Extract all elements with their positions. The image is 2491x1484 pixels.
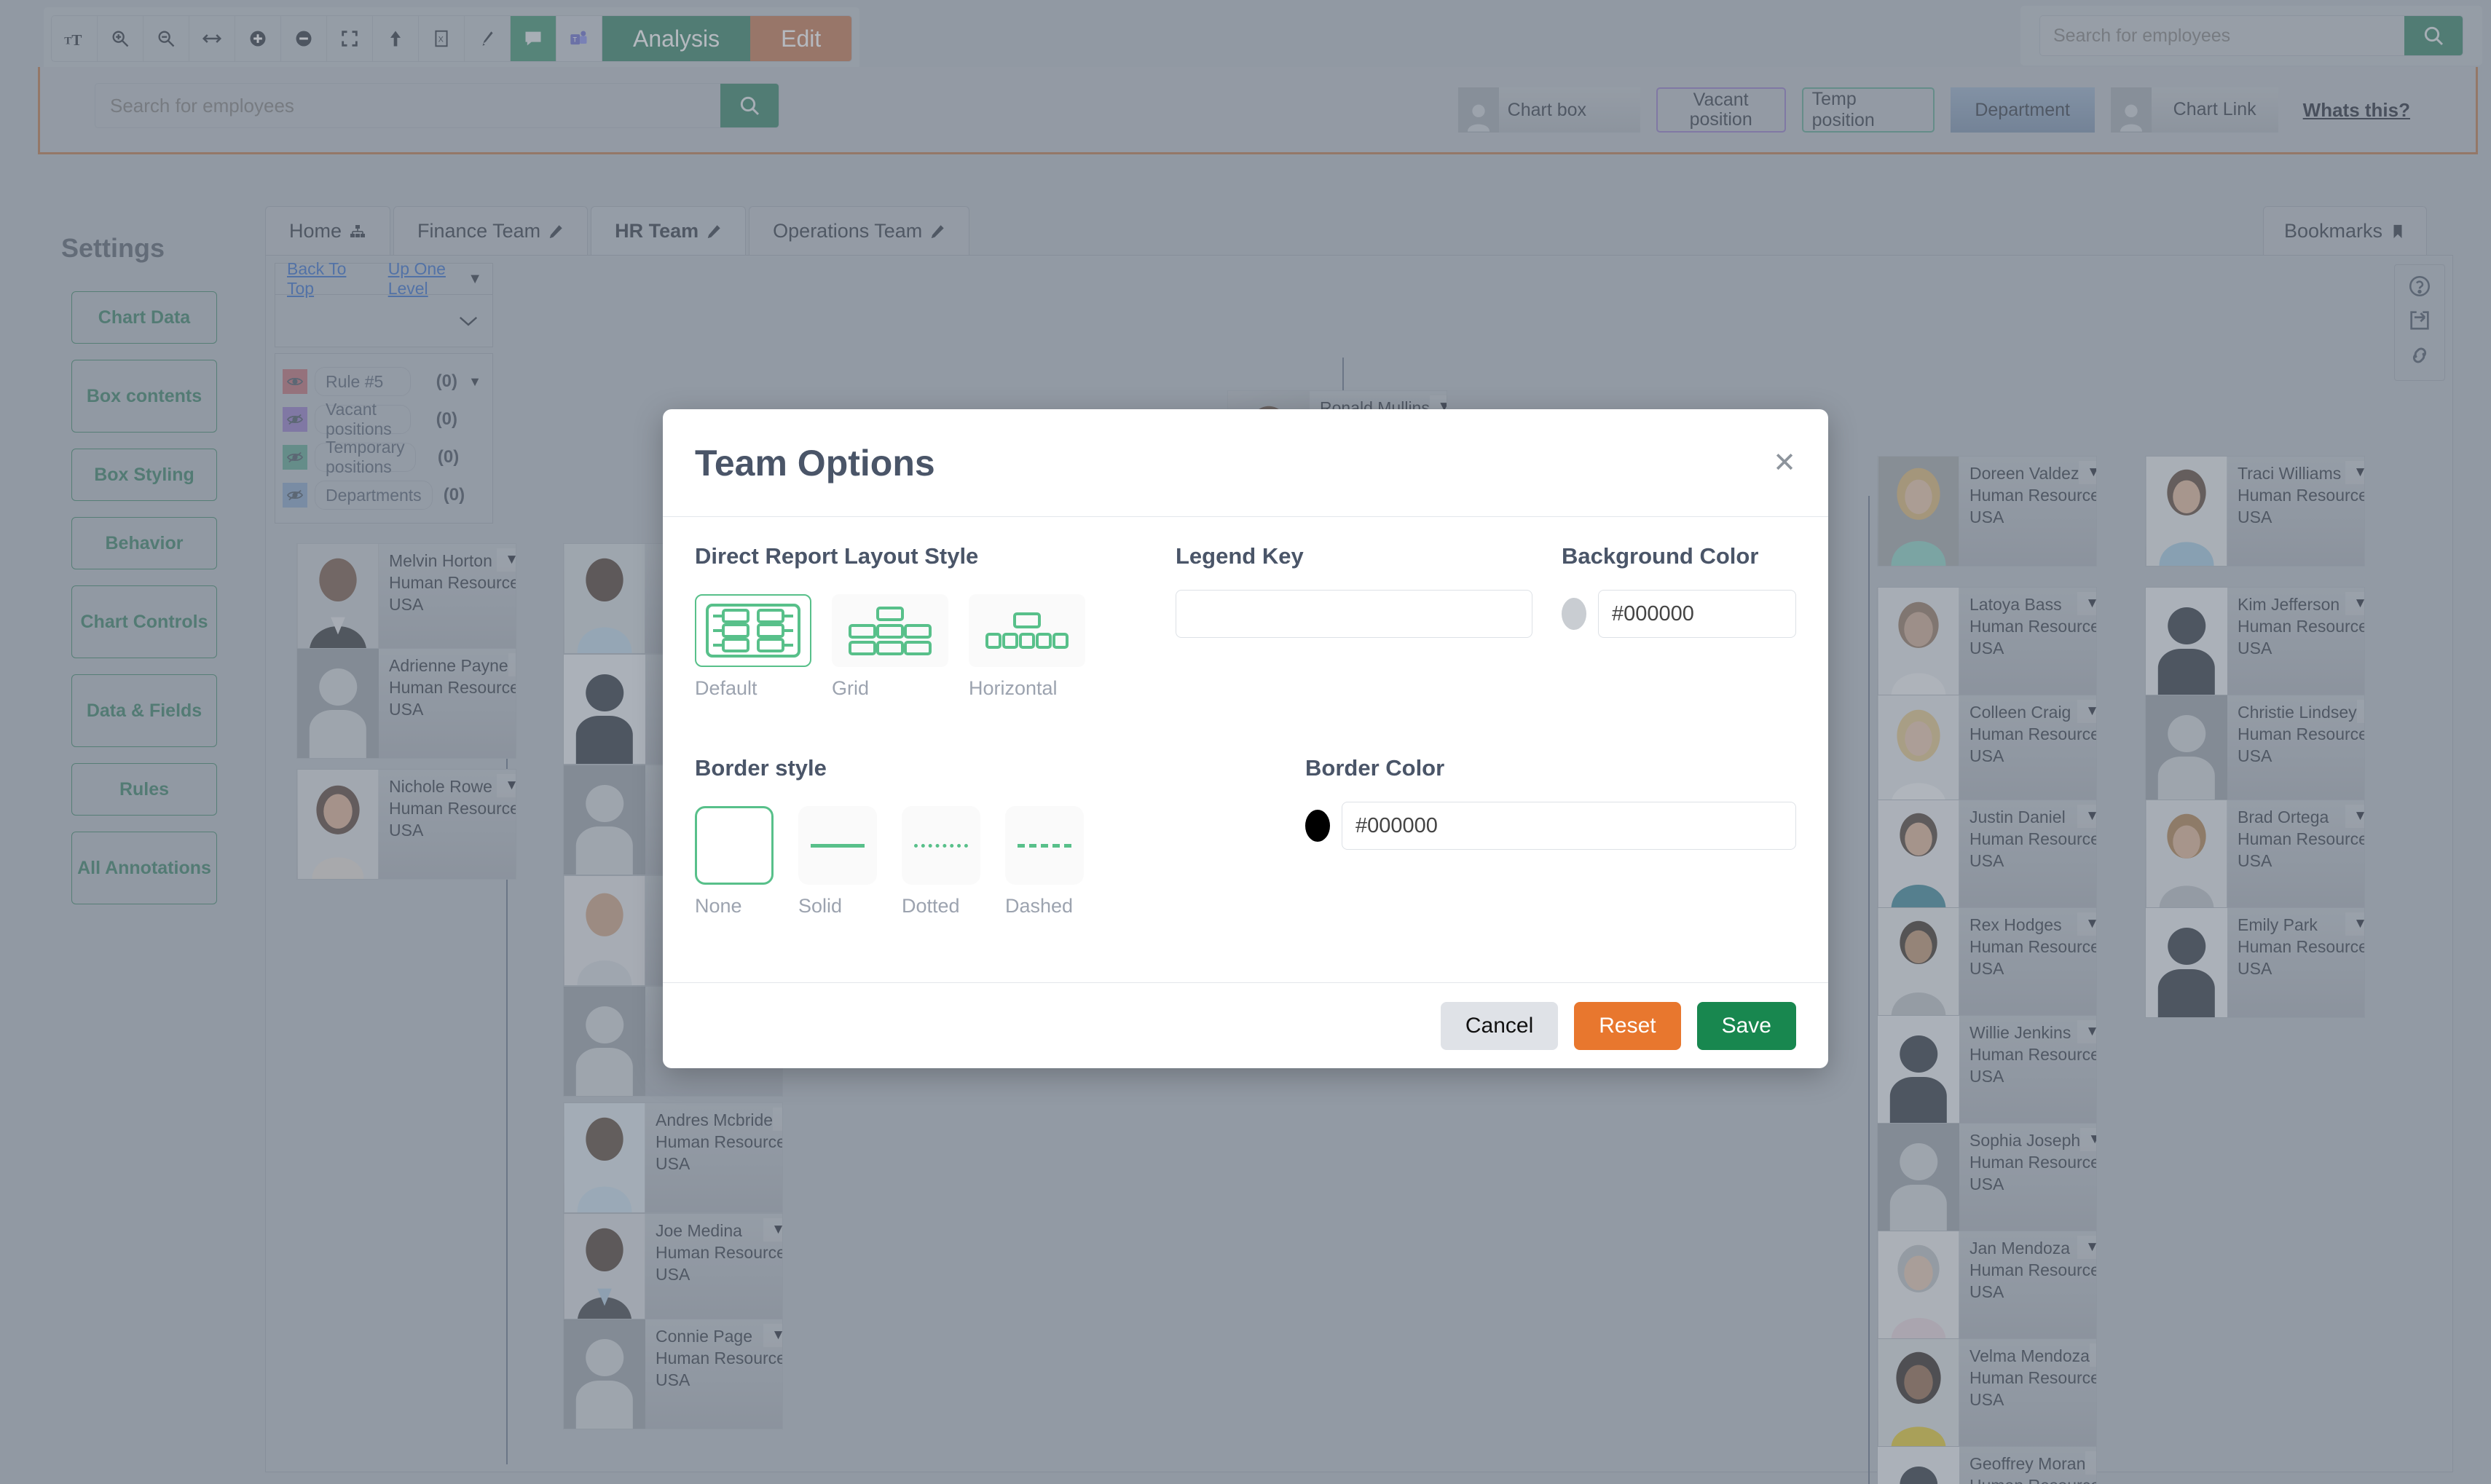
dashed-line-icon	[1018, 843, 1071, 848]
layout-grid-thumb[interactable]	[832, 594, 948, 667]
border-dashed-thumb[interactable]	[1005, 806, 1084, 885]
dialog-top-row: Direct Report Layout Style Default Grid …	[695, 543, 1796, 700]
border-option-dashed: Dashed	[1005, 806, 1084, 917]
border-color-input[interactable]	[1342, 802, 1796, 850]
border-option-dotted: Dotted	[902, 806, 980, 917]
dialog-header: Team Options ✕	[663, 409, 1828, 517]
save-button[interactable]: Save	[1696, 1001, 1796, 1050]
border-none-label: None	[695, 895, 742, 917]
border-dotted-label: Dotted	[902, 895, 960, 917]
border-style-section: Border style None Solid Dotted Dashed	[695, 755, 1176, 917]
border-color-section: Border Color	[1176, 755, 1796, 917]
border-dotted-thumb[interactable]	[902, 806, 980, 885]
layout-horizontal-label: Horizontal	[969, 677, 1058, 699]
border-style-options: None Solid Dotted Dashed	[695, 806, 1176, 917]
close-icon[interactable]: ✕	[1773, 449, 1796, 477]
border-solid-label: Solid	[798, 895, 843, 917]
border-solid-thumb[interactable]	[798, 806, 877, 885]
legend-key-input[interactable]	[1176, 590, 1532, 638]
legend-key-section: Legend Key	[1176, 543, 1562, 700]
layout-option-grid: Grid	[832, 594, 948, 700]
background-color-row	[1562, 590, 1796, 638]
dialog-title: Team Options	[695, 442, 935, 484]
border-color-row	[1305, 802, 1796, 850]
layout-style-options: Default Grid Horizontal	[695, 594, 1176, 700]
background-color-input[interactable]	[1598, 590, 1796, 638]
layout-horizontal-thumb[interactable]	[969, 594, 1085, 667]
org-chart-application: TT X	[0, 0, 2491, 1484]
layout-option-default: Default	[695, 594, 811, 700]
layout-grid-label: Grid	[832, 677, 870, 699]
dotted-line-icon	[914, 843, 968, 848]
border-dashed-label: Dashed	[1005, 895, 1074, 917]
border-none-thumb[interactable]	[695, 806, 774, 885]
layout-style-label: Direct Report Layout Style	[695, 543, 979, 569]
cancel-button[interactable]: Cancel	[1440, 1001, 1559, 1050]
border-color-swatch[interactable]	[1305, 810, 1330, 842]
background-color-label: Background Color	[1562, 543, 1759, 569]
dialog-bottom-row: Border style None Solid Dotted Dashed Bo…	[695, 755, 1796, 917]
legend-key-label: Legend Key	[1176, 543, 1304, 569]
layout-option-horizontal: Horizontal	[969, 594, 1085, 700]
dialog-body: Direct Report Layout Style Default Grid …	[663, 517, 1828, 982]
border-option-none: None	[695, 806, 774, 917]
reset-button[interactable]: Reset	[1574, 1001, 1681, 1050]
layout-default-label: Default	[695, 677, 757, 699]
team-options-dialog: Team Options ✕ Direct Report Layout Styl…	[663, 409, 1828, 1068]
solid-line-icon	[811, 843, 865, 848]
direct-report-layout-section: Direct Report Layout Style Default Grid …	[695, 543, 1176, 700]
background-color-swatch[interactable]	[1562, 598, 1586, 630]
background-color-section: Background Color	[1562, 543, 1796, 700]
layout-default-thumb[interactable]	[695, 594, 811, 667]
border-style-label: Border style	[695, 755, 827, 781]
border-color-label: Border Color	[1305, 755, 1445, 781]
dialog-footer: Cancel Reset Save	[663, 982, 1828, 1068]
border-option-solid: Solid	[798, 806, 877, 917]
